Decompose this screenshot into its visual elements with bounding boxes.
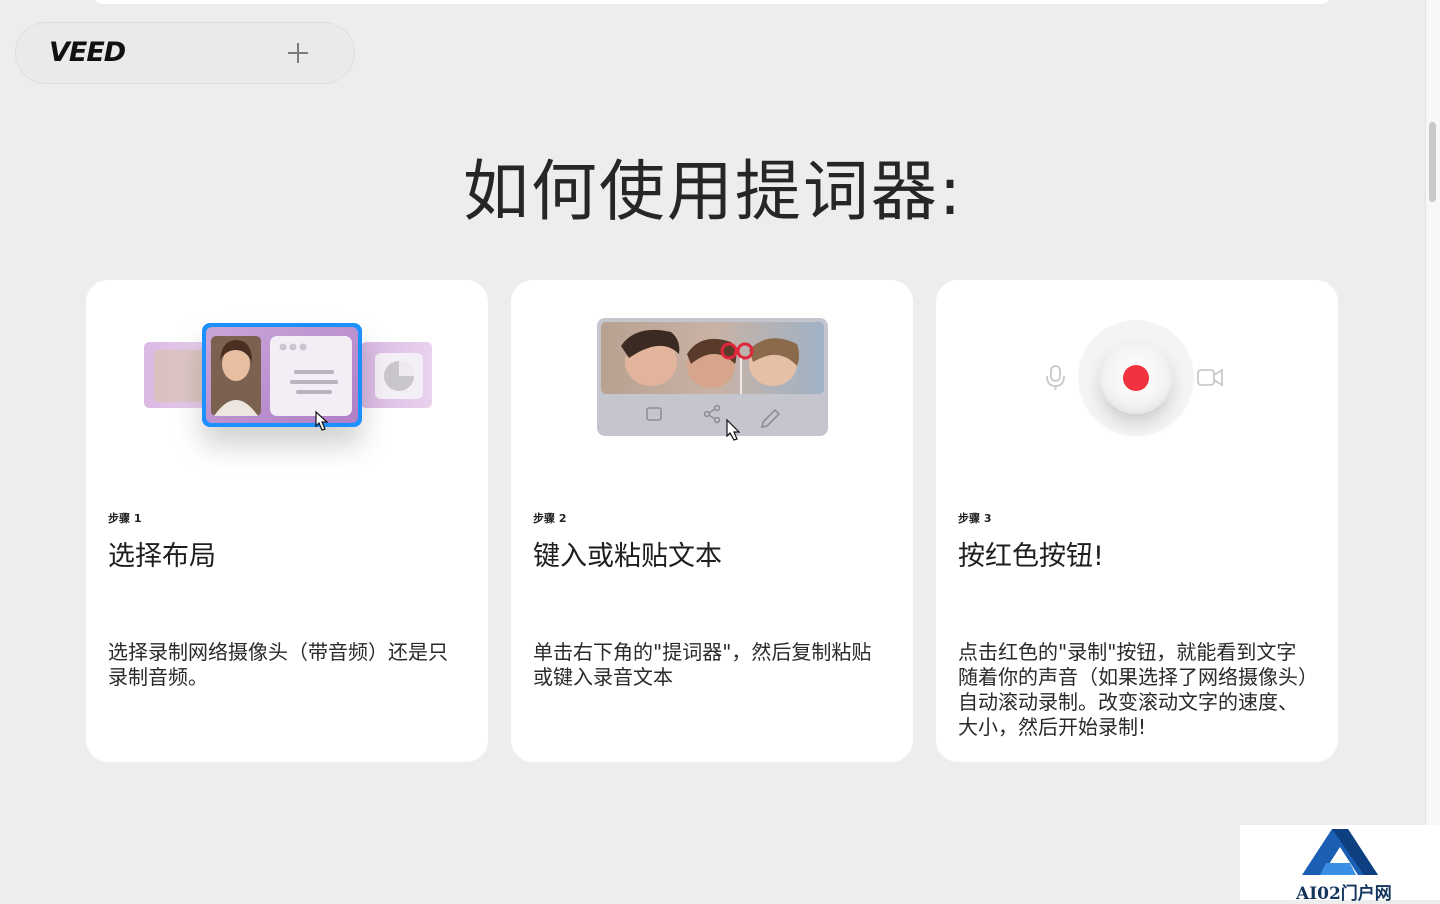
page-title: 如何使用提词器: (462, 153, 964, 230)
step-title: 按红色按钮! (958, 541, 1104, 572)
layout-selection-illustration (144, 323, 432, 431)
record-icon (1123, 365, 1149, 391)
step-description: 选择录制网络摄像头（带音频）还是只录制音频。 (108, 640, 448, 689)
step-label: 步骤 1 (108, 512, 142, 525)
step-title: 选择布局 (108, 541, 216, 572)
step-description: 点击红色的"录制"按钮，就能看到文字随着你的声音（如果选择了网络摄像头）自动滚动… (958, 640, 1308, 739)
step-card-1: 步骤 1 选择布局 选择录制网络摄像头（带音频）还是只录制音频。 (86, 280, 488, 762)
browser-tab-pill[interactable]: VEED (15, 22, 355, 84)
vertical-scrollbar[interactable] (1425, 0, 1440, 900)
watermark-text: AI02门户网 (1296, 884, 1392, 904)
veed-logo[interactable]: VEED (49, 37, 126, 68)
step-title: 键入或粘贴文本 (533, 541, 722, 572)
scrollbar-thumb[interactable] (1429, 122, 1436, 202)
paste-text-illustration (597, 318, 828, 441)
step-label: 步骤 3 (958, 512, 992, 525)
step-description: 单击右下角的"提词器"，然后复制粘贴或键入录音文本 (533, 640, 872, 689)
record-button-illustration (1046, 320, 1223, 436)
step-card-2: 步骤 2 键入或粘贴文本 单击右下角的"提词器"，然后复制粘贴或键入录音文本 (511, 280, 913, 762)
plus-icon[interactable] (281, 36, 315, 70)
top-card-edge (90, 0, 1334, 4)
watermark-logo-icon (1302, 829, 1378, 875)
step-card-3: 步骤 3 按红色按钮! 点击红色的"录制"按钮，就能看到文字随着你的声音（如果选… (936, 280, 1338, 762)
step-label: 步骤 2 (533, 512, 567, 525)
watermark: AI02门户网 (1240, 825, 1440, 904)
